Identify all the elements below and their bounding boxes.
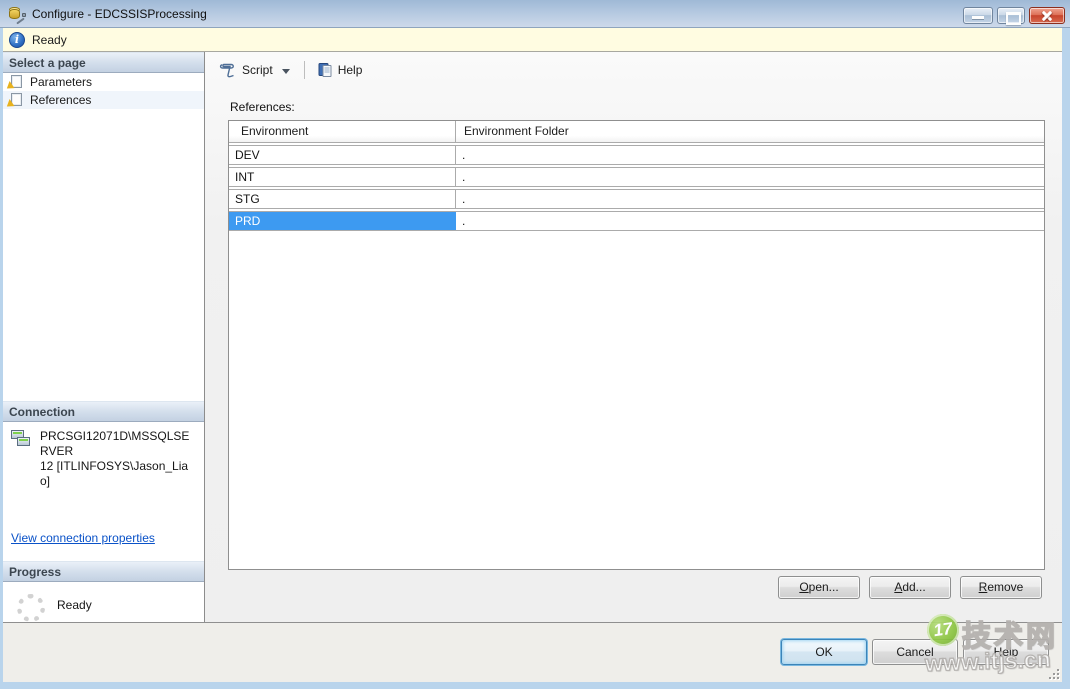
script-button[interactable]: Script xyxy=(213,59,298,81)
cell-environment[interactable]: PRD xyxy=(229,212,456,230)
sidebar-item-parameters[interactable]: Parameters xyxy=(3,73,204,91)
cancel-button[interactable]: Cancel xyxy=(872,639,958,665)
page-icon xyxy=(9,75,24,89)
table-row[interactable]: INT . xyxy=(229,167,1044,187)
sidebar-item-label: Parameters xyxy=(30,75,92,89)
sidebar-item-label: References xyxy=(30,93,91,107)
remove-button[interactable]: Remove xyxy=(960,576,1042,599)
cell-environment[interactable]: DEV xyxy=(229,146,456,164)
help-button[interactable]: Help xyxy=(963,639,1049,665)
main-panel: Script Help References: xyxy=(205,52,1062,622)
references-table[interactable]: Environment Environment Folder DEV . INT… xyxy=(228,120,1045,570)
cell-folder[interactable]: . xyxy=(456,146,1044,164)
open-button[interactable]: Open... xyxy=(778,576,860,599)
cell-folder[interactable]: . xyxy=(456,168,1044,186)
script-dropdown-arrow-icon[interactable] xyxy=(282,69,290,74)
table-row-selected[interactable]: PRD . xyxy=(229,211,1044,231)
footer-bar: OK Cancel Help xyxy=(3,622,1062,682)
progress-status-text: Ready xyxy=(57,594,92,612)
progress-header: Progress xyxy=(3,561,204,582)
view-connection-properties-link[interactable]: View connection properties xyxy=(11,531,155,545)
help-button-toolbar[interactable]: Help xyxy=(311,59,369,81)
cell-folder[interactable]: . xyxy=(456,212,1044,230)
table-row[interactable]: DEV . xyxy=(229,145,1044,165)
connection-header: Connection xyxy=(3,401,204,422)
maximize-button[interactable] xyxy=(997,7,1025,24)
help-button-toolbar-label: Help xyxy=(338,63,363,77)
column-header-environment[interactable]: Environment xyxy=(229,121,456,142)
info-icon xyxy=(9,32,25,48)
help-book-icon xyxy=(317,62,333,78)
table-row[interactable]: STG . xyxy=(229,189,1044,209)
sidebar-item-references[interactable]: References xyxy=(3,91,204,109)
close-button[interactable] xyxy=(1029,7,1065,24)
title-bar[interactable]: Configure - EDCSSISProcessing xyxy=(0,0,1070,28)
server-connection-icon xyxy=(11,429,33,449)
table-header-row: Environment Environment Folder xyxy=(229,121,1044,143)
toolbar-separator xyxy=(304,61,305,79)
column-header-environment-folder[interactable]: Environment Folder xyxy=(456,121,1044,142)
dialog-status-bar: Ready xyxy=(3,28,1062,52)
ok-button[interactable]: OK xyxy=(781,639,867,665)
references-label: References: xyxy=(230,100,295,114)
add-button[interactable]: Add... xyxy=(869,576,951,599)
sidebar: Select a page Parameters References Conn… xyxy=(3,52,205,622)
script-scroll-icon xyxy=(219,62,237,78)
script-button-label: Script xyxy=(242,63,273,77)
resize-grip[interactable] xyxy=(1047,667,1059,679)
configure-dialog-window: Configure - EDCSSISProcessing Ready Sele… xyxy=(0,0,1070,689)
configure-database-icon xyxy=(8,6,25,22)
toolbar: Script Help xyxy=(213,58,368,82)
select-a-page-header: Select a page xyxy=(3,52,204,73)
cell-environment[interactable]: INT xyxy=(229,168,456,186)
cell-environment[interactable]: STG xyxy=(229,190,456,208)
window-title: Configure - EDCSSISProcessing xyxy=(32,7,207,21)
connection-server-text: PRCSGI12071D\MSSQLSERVER 12 [ITLINFOSYS\… xyxy=(40,429,198,489)
status-text: Ready xyxy=(32,33,67,47)
page-icon xyxy=(9,93,24,107)
minimize-button[interactable] xyxy=(963,7,993,24)
progress-spinner-icon xyxy=(17,594,45,622)
cell-folder[interactable]: . xyxy=(456,190,1044,208)
